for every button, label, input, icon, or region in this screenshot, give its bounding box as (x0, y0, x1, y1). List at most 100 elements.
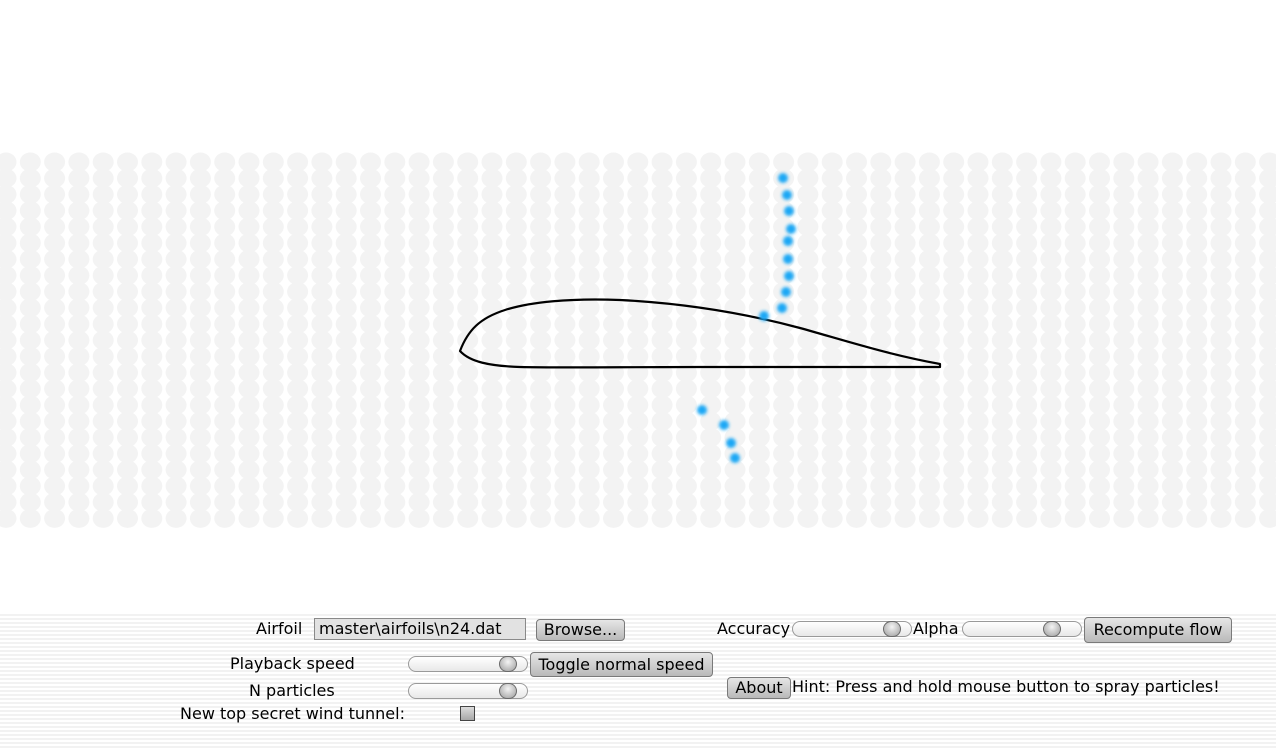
grid-cell (797, 444, 819, 464)
grid-cell (578, 184, 600, 204)
grid-cell (724, 476, 746, 496)
playback-speed-slider-knob[interactable] (499, 656, 517, 672)
grid-cell (1137, 201, 1159, 221)
grid-cell (189, 444, 211, 464)
grid-cell (360, 201, 381, 221)
grid-cell (0, 201, 17, 221)
grid-cell (846, 444, 867, 464)
grid-cell (335, 363, 357, 383)
grid-cell (1210, 476, 1232, 496)
grid-cell (748, 201, 770, 221)
grid-cell (117, 427, 138, 447)
flow-visualization[interactable] (0, 0, 1276, 612)
grid-cell (894, 298, 916, 318)
grid-cell (481, 427, 503, 447)
grid-cell (481, 314, 503, 334)
grid-cell (1089, 265, 1110, 285)
grid-cell (1161, 460, 1183, 480)
grid-cell (92, 217, 114, 237)
alpha-slider-knob[interactable] (1043, 621, 1061, 637)
grid-cell (821, 379, 843, 399)
grid-cell (1137, 427, 1159, 447)
grid-cell (481, 395, 503, 415)
grid-cell (214, 363, 236, 383)
grid-cell (214, 330, 236, 350)
grid-cell (165, 298, 187, 318)
grid-cell (457, 476, 479, 496)
accuracy-slider-knob[interactable] (883, 621, 901, 637)
grid-cell (189, 282, 211, 302)
grid-cell (335, 201, 357, 221)
alpha-slider[interactable] (962, 621, 1082, 637)
n-particles-slider[interactable] (408, 683, 528, 699)
grid-cell (627, 427, 649, 447)
grid-cell (627, 363, 649, 383)
grid-cell (481, 444, 503, 464)
particle (730, 453, 740, 463)
grid-cell (967, 298, 989, 318)
grid-cell (141, 444, 163, 464)
grid-cell (117, 363, 138, 383)
grid-cell (1210, 201, 1232, 221)
grid-cell (214, 346, 236, 366)
grid-cell (1210, 314, 1232, 334)
grid-cell (1016, 346, 1038, 366)
grid-cell (700, 249, 722, 269)
grid-cell (141, 201, 163, 221)
grid-cell (627, 184, 649, 204)
grid-cell (748, 249, 770, 269)
grid-cell (821, 314, 843, 334)
grid-cell (700, 492, 722, 512)
grid-cell (603, 233, 624, 253)
grid-cell (1016, 444, 1038, 464)
grid-cell (943, 265, 965, 285)
grid-cell (1113, 379, 1135, 399)
grid-cell (870, 460, 892, 480)
grid-cell (894, 152, 916, 172)
wind-tunnel-checkbox[interactable] (460, 706, 475, 721)
grid-cell (1137, 363, 1159, 383)
grid-cell (578, 411, 600, 431)
grid-cell (19, 184, 41, 204)
about-button[interactable]: About (727, 677, 791, 699)
grid-cell (68, 330, 90, 350)
grid-cell (457, 265, 479, 285)
grid-cell (335, 184, 357, 204)
grid-cell (68, 201, 90, 221)
grid-cell (700, 233, 722, 253)
browse-button[interactable]: Browse... (536, 619, 625, 641)
recompute-flow-button[interactable]: Recompute flow (1084, 617, 1232, 643)
flow-canvas[interactable] (0, 0, 1276, 612)
grid-cell (44, 217, 66, 237)
grid-cell (943, 330, 965, 350)
grid-cell (967, 395, 989, 415)
grid-cell (287, 508, 309, 528)
grid-cell (44, 411, 66, 431)
grid-cell (238, 460, 260, 480)
grid-cell (1089, 492, 1110, 512)
grid-cell (0, 314, 17, 334)
grid-cell (530, 427, 552, 447)
grid-cell (92, 427, 114, 447)
grid-cell (1089, 282, 1110, 302)
grid-cell (967, 363, 989, 383)
grid-cell (894, 476, 916, 496)
grid-cell (335, 460, 357, 480)
grid-cell (1040, 411, 1062, 431)
grid-cell (1040, 152, 1062, 172)
playback-speed-slider[interactable] (408, 656, 528, 672)
grid-cell (1040, 346, 1062, 366)
accuracy-slider[interactable] (792, 621, 912, 637)
airfoil-path-field[interactable]: master\airfoils\n24.dat (314, 618, 526, 640)
grid-cell (554, 184, 576, 204)
grid-cell (262, 476, 284, 496)
grid-cell (457, 508, 479, 528)
grid-cell (1210, 298, 1232, 318)
grid-cell (967, 427, 989, 447)
n-particles-slider-knob[interactable] (499, 683, 517, 699)
accuracy-label: Accuracy (717, 619, 791, 638)
toggle-normal-speed-button[interactable]: Toggle normal speed (530, 652, 713, 677)
grid-cell (1064, 168, 1086, 188)
grid-cell (846, 152, 867, 172)
grid-cell (457, 152, 479, 172)
